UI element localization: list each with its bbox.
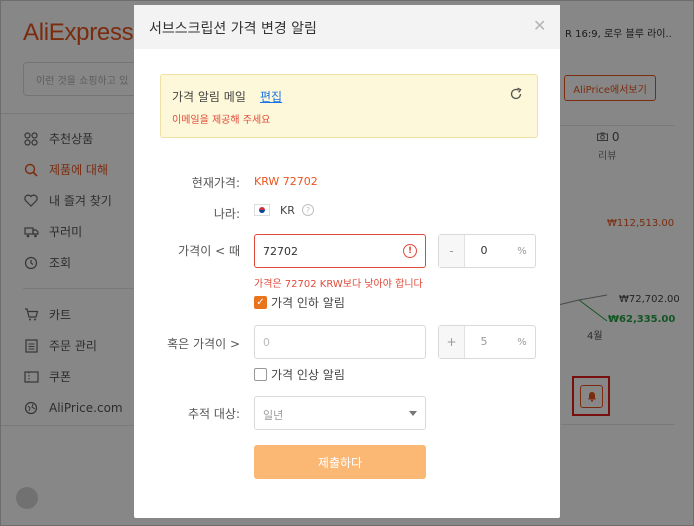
chevron-down-icon bbox=[409, 411, 417, 416]
notice-warning: 이메일을 제공해 주세요 bbox=[172, 115, 271, 126]
price-error-message: 가격은 72702 KRW보다 낮아야 합니다 bbox=[254, 279, 423, 290]
edit-email-link[interactable]: 편집 bbox=[260, 88, 282, 105]
tracking-label: 추적 대상: bbox=[187, 407, 240, 421]
price-drop-label: 가격 인하 알림 bbox=[271, 296, 345, 310]
tracking-period-value: 일년 bbox=[263, 409, 284, 422]
percent-up-stepper[interactable]: + 5 % bbox=[438, 325, 536, 359]
close-icon[interactable]: ✕ bbox=[533, 16, 546, 35]
submit-button[interactable]: 제출하다 bbox=[254, 445, 426, 479]
price-below-label: 가격이 < 때 bbox=[178, 244, 240, 258]
price-below-input[interactable]: 72702 ! bbox=[254, 234, 426, 268]
country-label: 나라: bbox=[213, 207, 240, 221]
country-value: KR bbox=[280, 204, 295, 217]
kr-flag-icon bbox=[254, 204, 270, 216]
percent-up-value[interactable]: 5 bbox=[465, 335, 503, 348]
price-drop-checkbox[interactable]: ✓ 가격 인하 알림 bbox=[254, 294, 345, 311]
error-icon: ! bbox=[403, 244, 417, 258]
checkbox-box[interactable] bbox=[254, 368, 267, 381]
percent-unit: % bbox=[517, 336, 527, 348]
price-rise-checkbox[interactable]: 가격 인상 알림 bbox=[254, 366, 345, 383]
minus-icon[interactable]: - bbox=[439, 235, 465, 267]
current-price-label: 현재가격: bbox=[191, 176, 240, 190]
percent-unit: % bbox=[517, 245, 527, 257]
price-alert-modal: 서브스크립션 가격 변경 알림 ✕ 가격 알림 메일 편집 이메일을 제공해 주… bbox=[134, 5, 560, 518]
price-above-label: 혹은 가격이 > bbox=[167, 337, 240, 351]
notice-title: 가격 알림 메일 bbox=[172, 90, 246, 104]
price-below-value: 72702 bbox=[263, 245, 298, 258]
checkmark-icon[interactable]: ✓ bbox=[254, 296, 267, 309]
price-rise-label: 가격 인상 알림 bbox=[271, 368, 345, 382]
help-icon[interactable]: ? bbox=[302, 204, 314, 216]
modal-header: 서브스크립션 가격 변경 알림 ✕ bbox=[134, 5, 560, 49]
current-price-value: KRW 72702 bbox=[254, 175, 318, 188]
percent-down-value[interactable]: 0 bbox=[465, 244, 503, 257]
plus-icon[interactable]: + bbox=[439, 326, 465, 358]
refresh-icon[interactable] bbox=[509, 87, 523, 105]
price-above-input[interactable]: 0 bbox=[254, 325, 426, 359]
percent-down-stepper[interactable]: - 0 % bbox=[438, 234, 536, 268]
email-notice: 가격 알림 메일 편집 이메일을 제공해 주세요 bbox=[160, 74, 538, 138]
tracking-period-select[interactable]: 일년 bbox=[254, 396, 426, 430]
modal-title: 서브스크립션 가격 변경 알림 bbox=[149, 21, 317, 37]
